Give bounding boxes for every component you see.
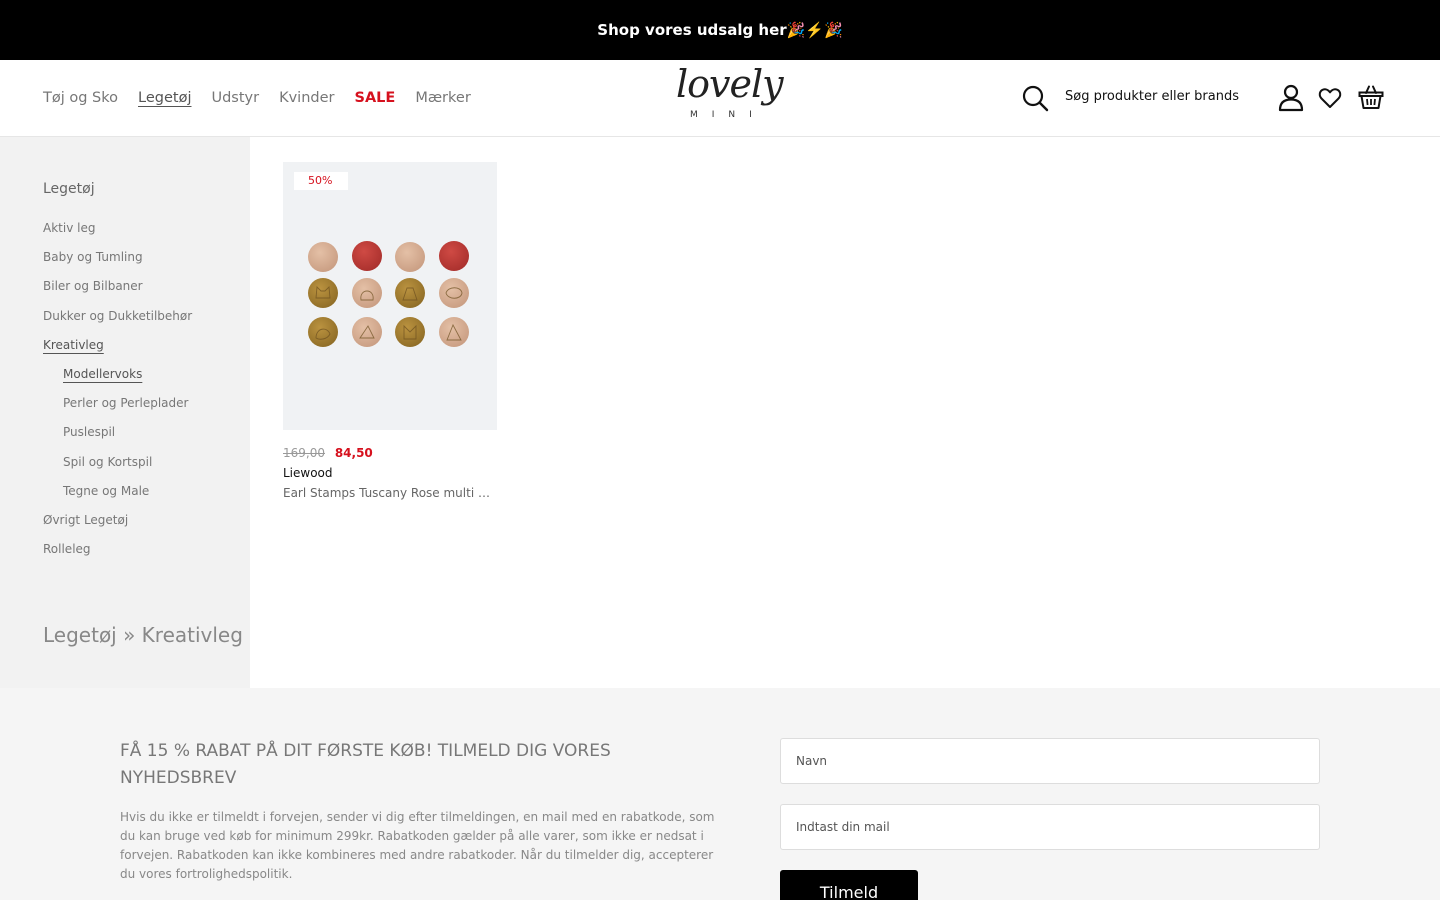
list-item: Spil og Kortspil xyxy=(43,455,192,484)
search-icon[interactable] xyxy=(1021,84,1049,112)
breadcrumb: Legetøj » Kreativleg xyxy=(43,623,243,647)
category-link-rolleleg[interactable]: Rolleleg xyxy=(43,542,91,556)
list-item: Puslespil xyxy=(43,425,192,454)
category-link-tegne-og-male[interactable]: Tegne og Male xyxy=(63,484,149,498)
main-nav: Tøj og Sko Legetøj Udstyr Kvinder SALE M… xyxy=(43,60,491,136)
product-brand[interactable]: Liewood xyxy=(283,466,497,480)
subscribe-button[interactable]: Tilmeld xyxy=(780,870,918,900)
category-link-modellervoks[interactable]: Modellervoks xyxy=(63,367,142,381)
list-item: Modellervoks xyxy=(43,367,192,396)
list-item: Perler og Perleplader xyxy=(43,396,192,425)
category-link-puslespil[interactable]: Puslespil xyxy=(63,425,115,439)
list-item: Aktiv leg xyxy=(43,221,192,250)
category-link-baby-og-tumling[interactable]: Baby og Tumling xyxy=(43,250,143,264)
nav-item-legetoj[interactable]: Legetøj xyxy=(138,90,191,106)
basket-icon[interactable] xyxy=(1358,84,1384,110)
product-image[interactable]: 50% xyxy=(283,162,497,430)
search-input[interactable]: Søg produkter eller brands xyxy=(1065,89,1239,104)
promo-bar: Shop vores udsalg her🎉⚡️🎉 xyxy=(0,0,1440,60)
list-item: Øvrigt Legetøj xyxy=(43,513,192,542)
heart-icon[interactable] xyxy=(1318,86,1342,110)
old-price: 169,00 xyxy=(283,446,325,460)
nav-item-toj-og-sko[interactable]: Tøj og Sko xyxy=(43,90,118,106)
list-item: Baby og Tumling xyxy=(43,250,192,279)
category-link-dukker[interactable]: Dukker og Dukketilbehør xyxy=(43,309,192,323)
category-link-biler-og-bilbaner[interactable]: Biler og Bilbaner xyxy=(43,279,143,293)
category-link-perler[interactable]: Perler og Perleplader xyxy=(63,396,188,410)
nav-item-maerker[interactable]: Mærker xyxy=(415,90,470,106)
category-list: Aktiv leg Baby og Tumling Biler og Bilba… xyxy=(43,221,192,571)
category-link-ovrigt-legetoj[interactable]: Øvrigt Legetøj xyxy=(43,513,128,527)
name-field[interactable] xyxy=(780,738,1320,784)
newsletter-section: FÅ 15 % RABAT PÅ DIT FØRSTE KØB! TILMELD… xyxy=(0,688,1440,900)
logo-script: lovely xyxy=(676,62,784,106)
list-item: Biler og Bilbaner xyxy=(43,279,192,308)
nav-item-kvinder[interactable]: Kvinder xyxy=(279,90,334,106)
newsletter-text: Hvis du ikke er tilmeldt i forvejen, sen… xyxy=(120,810,715,881)
nav-item-sale[interactable]: SALE xyxy=(355,90,396,106)
product-name[interactable]: Earl Stamps Tuscany Rose multi mix xyxy=(283,486,497,500)
sale-price: 84,50 xyxy=(334,446,373,460)
product-card[interactable]: 50% 169,00 84,50 Liewood Earl Stamps Tus… xyxy=(283,162,497,500)
newsletter-title: FÅ 15 % RABAT PÅ DIT FØRSTE KØB! TILMELD… xyxy=(120,741,611,788)
category-link-spil-og-kortspil[interactable]: Spil og Kortspil xyxy=(63,455,152,469)
category-sidebar: Legetøj Aktiv leg Baby og Tumling Biler … xyxy=(0,137,250,688)
category-link-aktiv-leg[interactable]: Aktiv leg xyxy=(43,221,95,235)
list-item: Rolleleg xyxy=(43,542,192,571)
site-logo[interactable]: lovely MINI xyxy=(672,62,784,132)
email-field[interactable] xyxy=(780,804,1320,850)
user-icon[interactable] xyxy=(1278,84,1304,112)
category-link-kreativleg[interactable]: Kreativleg xyxy=(43,338,104,352)
stamps-illustration xyxy=(308,241,469,347)
nav-item-udstyr[interactable]: Udstyr xyxy=(211,90,259,106)
product-price: 169,00 84,50 xyxy=(283,446,497,462)
list-item: Tegne og Male xyxy=(43,484,192,513)
sidebar-heading: Legetøj xyxy=(43,181,95,197)
list-item: Kreativleg xyxy=(43,338,192,367)
promo-link[interactable]: Shop vores udsalg her🎉⚡️🎉 xyxy=(597,21,842,39)
logo-subtext: MINI xyxy=(690,110,766,120)
list-item: Dukker og Dukketilbehør xyxy=(43,309,192,338)
